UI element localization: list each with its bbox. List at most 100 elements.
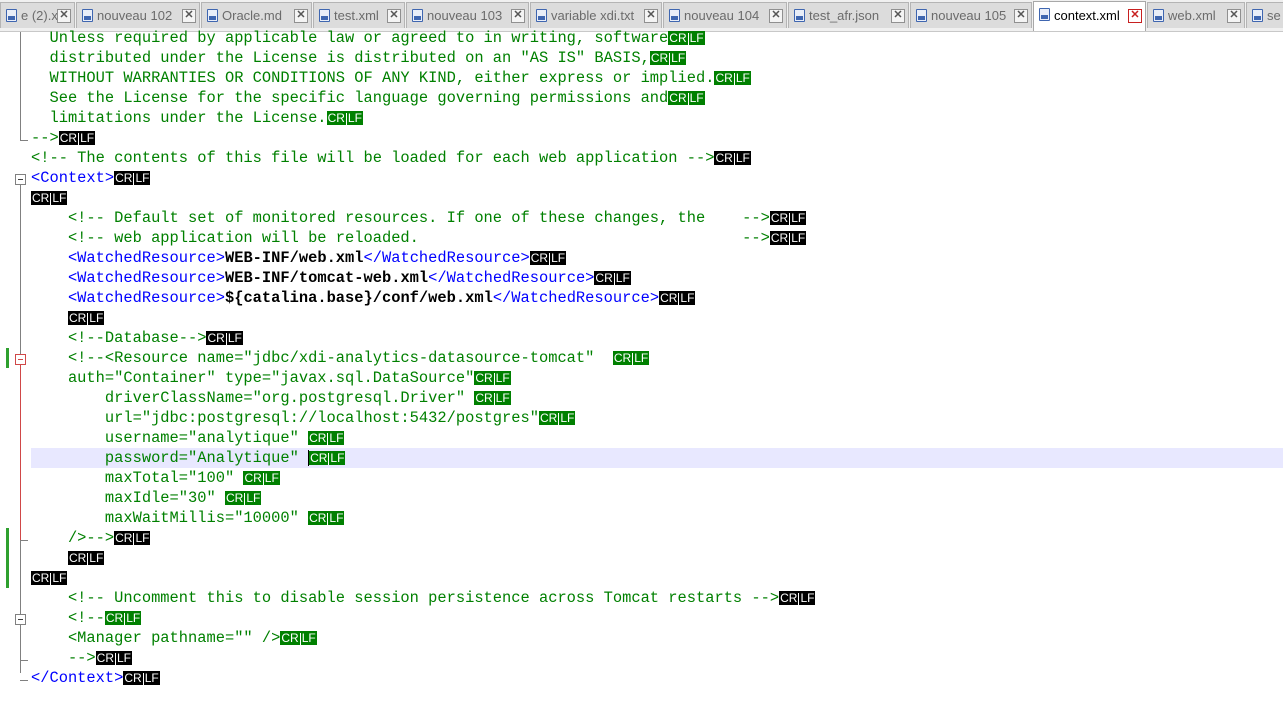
lf-symbol: LF (680, 290, 695, 305)
tab-test-xml[interactable]: test.xml ✕ (313, 2, 405, 28)
code-line-current[interactable]: password="Analytique" CR LF (31, 448, 1283, 468)
xml-comment: <!--<Resource name="jdbc/xdi-analytics-d… (31, 349, 613, 367)
crlf-marker: CR LF (280, 630, 317, 645)
tab-e-2-xml[interactable]: e (2).xml ✕ (0, 2, 75, 28)
cr-symbol: CR (105, 610, 124, 625)
tab-context-xml[interactable]: context.xml ✕ (1033, 1, 1146, 31)
code-line[interactable]: <!-- Default set of monitored resources.… (31, 208, 1283, 228)
code-line[interactable]: username="analytique" CR LF (31, 428, 1283, 448)
eol-separator (493, 392, 495, 405)
code-line[interactable]: <!-- Uncomment this to disable session p… (31, 588, 1283, 608)
tab-oracle-md[interactable]: Oracle.md ✕ (201, 2, 312, 28)
lf-symbol: LF (634, 350, 649, 365)
file-saved-icon (1039, 8, 1050, 21)
close-tab-icon[interactable]: ✕ (511, 9, 525, 23)
code-line[interactable]: CR LF (31, 188, 1283, 208)
xml-comment: <!-- web application will be reloaded. -… (31, 229, 770, 247)
code-line[interactable]: </Context>CR LF (31, 668, 1283, 688)
fold-toggle-resource-comment[interactable] (15, 354, 26, 365)
tab-test-afr-json[interactable]: test_afr.json ✕ (788, 2, 909, 28)
fold-toggle-manager-comment[interactable] (15, 614, 26, 625)
close-tab-icon[interactable]: ✕ (644, 9, 658, 23)
close-tab-icon[interactable]: ✕ (1227, 9, 1241, 23)
file-saved-icon (6, 9, 17, 22)
code-line[interactable]: <!-- The contents of this file will be l… (31, 148, 1283, 168)
code-line[interactable]: CR LF (31, 308, 1283, 328)
code-line[interactable]: <!--CR LF (31, 608, 1283, 628)
code-line[interactable]: maxTotal="100" CR LF (31, 468, 1283, 488)
code-line[interactable]: <WatchedResource>${catalina.base}/conf/w… (31, 288, 1283, 308)
close-tab-icon[interactable]: ✕ (294, 9, 308, 23)
code-line[interactable]: CR LF (31, 548, 1283, 568)
lf-symbol: LF (264, 470, 279, 485)
fold-toggle-context[interactable] (15, 174, 26, 185)
crlf-marker: CR LF (308, 430, 345, 445)
close-tab-icon[interactable]: ✕ (1128, 9, 1142, 23)
code-line[interactable]: <Manager pathname="" />CR LF (31, 628, 1283, 648)
code-line[interactable]: />-->CR LF (31, 528, 1283, 548)
cr-symbol: CR (124, 670, 142, 685)
code-line[interactable]: distributed under the License is distrib… (31, 48, 1283, 68)
crlf-marker: CR LF (67, 310, 105, 325)
code-line[interactable]: <!--<Resource name="jdbc/xdi-analytics-d… (31, 348, 1283, 368)
xml-comment: WITHOUT WARRANTIES OR CONDITIONS OF ANY … (31, 69, 715, 87)
xml-comment: url="jdbc:postgresql://localhost:5432/po… (31, 409, 539, 427)
tab-nouveau-102[interactable]: nouveau 102 ✕ (76, 2, 200, 28)
crlf-marker: CR LF (95, 650, 133, 665)
code-area[interactable]: Unless required by applicable law or agr… (31, 28, 1283, 688)
code-line[interactable]: driverClassName="org.postgresql.Driver" … (31, 388, 1283, 408)
code-line[interactable]: WITHOUT WARRANTIES OR CONDITIONS OF ANY … (31, 68, 1283, 88)
code-line[interactable]: <WatchedResource>WEB-INF/tomcat-web.xml<… (31, 268, 1283, 288)
code-line[interactable]: <!--Database-->CR LF (31, 328, 1283, 348)
code-line[interactable]: Unless required by applicable law or agr… (31, 28, 1283, 48)
code-line[interactable]: -->CR LF (31, 648, 1283, 668)
tab-nouveau-104[interactable]: nouveau 104 ✕ (663, 2, 787, 28)
cr-symbol: CR (59, 130, 78, 145)
close-tab-icon[interactable]: ✕ (57, 9, 71, 23)
tab-web-xml[interactable]: web.xml ✕ (1147, 2, 1245, 28)
code-line[interactable]: maxWaitMillis="10000" CR LF (31, 508, 1283, 528)
code-line[interactable]: -->CR LF (31, 128, 1283, 148)
code-line[interactable]: CR LF (31, 568, 1283, 588)
cr-symbol: CR (68, 310, 87, 325)
lf-symbol: LF (347, 110, 362, 125)
crlf-marker: CR LF (123, 670, 160, 685)
file-saved-icon (794, 9, 805, 22)
code-line[interactable]: limitations under the License.CR LF (31, 108, 1283, 128)
code-line[interactable]: See the License for the specific languag… (31, 88, 1283, 108)
code-line[interactable]: <!-- web application will be reloaded. -… (31, 228, 1283, 248)
code-line[interactable]: auth="Container" type="javax.sql.DataSou… (31, 368, 1283, 388)
crlf-marker: CR LF (224, 490, 262, 505)
crlf-marker: CR LF (31, 570, 68, 585)
close-tab-icon[interactable]: ✕ (891, 9, 905, 23)
close-tab-icon[interactable]: ✕ (387, 9, 401, 23)
file-saved-icon (412, 9, 423, 22)
tab-label: nouveau 105 (931, 8, 1007, 23)
eol-separator (549, 252, 551, 265)
cr-symbol: CR (68, 550, 87, 565)
tab-nouveau-105[interactable]: nouveau 105 ✕ (910, 2, 1032, 28)
cr-symbol: CR (660, 290, 678, 305)
tab-variable-xdi-txt[interactable]: variable xdi.txt ✕ (530, 2, 662, 28)
tab-se[interactable]: se (1246, 2, 1283, 28)
crlf-marker: CR LF (769, 210, 807, 225)
xml-comment: maxTotal="100" (31, 469, 244, 487)
close-tab-icon[interactable]: ✕ (769, 9, 783, 23)
code-line[interactable]: maxIdle="30" CR LF (31, 488, 1283, 508)
lf-symbol: LF (735, 70, 750, 85)
code-line[interactable]: url="jdbc:postgresql://localhost:5432/po… (31, 408, 1283, 428)
code-line[interactable]: <WatchedResource>WEB-INF/web.xml</Watche… (31, 248, 1283, 268)
xml-comment: <!-- Default set of monitored resources.… (31, 209, 770, 227)
close-tab-icon[interactable]: ✕ (1014, 9, 1028, 23)
cr-symbol: CR (115, 530, 133, 545)
editor[interactable]: Unless required by applicable law or agr… (0, 29, 1283, 712)
cr-symbol: CR (650, 50, 669, 65)
crlf-marker: CR LF (529, 250, 567, 265)
code-line[interactable]: <Context>CR LF (31, 168, 1283, 188)
lf-symbol: LF (330, 450, 345, 465)
xml-tag: </WatchedResource> (428, 269, 595, 287)
tab-nouveau-103[interactable]: nouveau 103 ✕ (406, 2, 529, 28)
cr-symbol: CR (309, 430, 327, 445)
close-tab-icon[interactable]: ✕ (182, 9, 196, 23)
lf-symbol: LF (791, 210, 806, 225)
